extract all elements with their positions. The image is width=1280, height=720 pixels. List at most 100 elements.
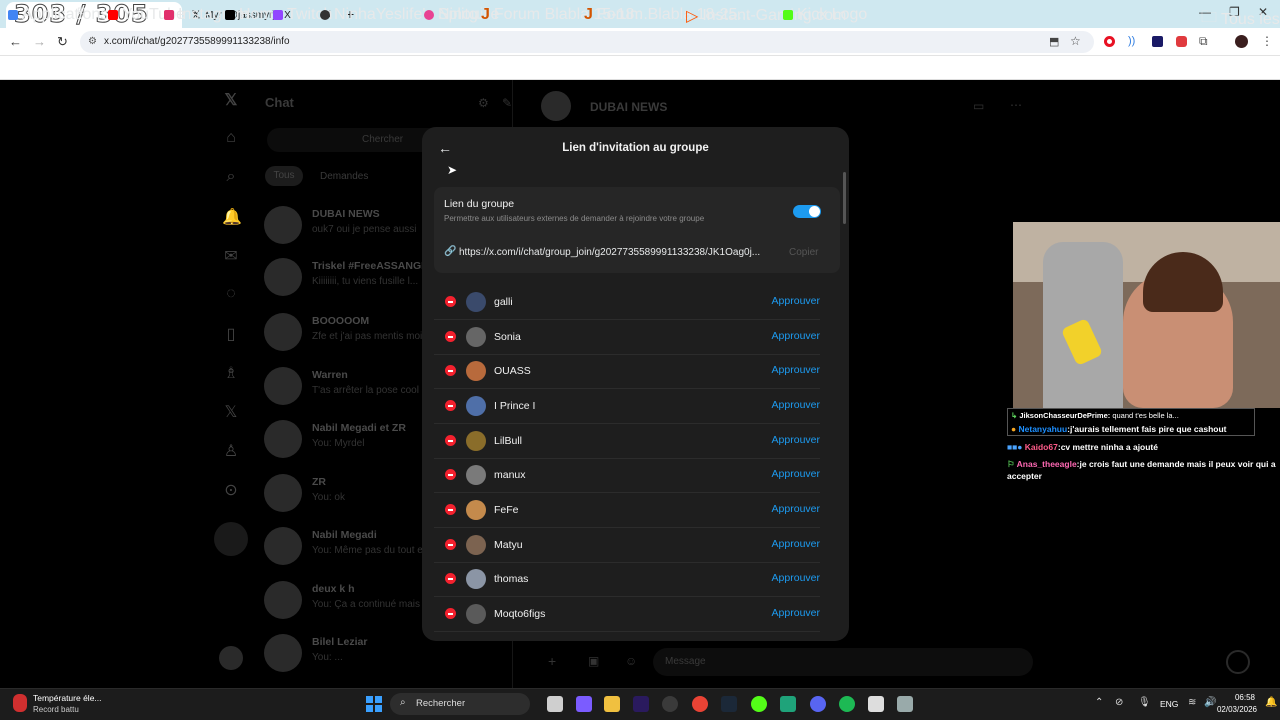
forward-icon[interactable]: → [33,34,46,49]
show-hidden-icons[interactable]: ⌃ [1095,697,1103,708]
filter-all[interactable]: Tous [265,166,303,186]
conversation-avatar [541,91,571,121]
remove-icon[interactable] [445,539,456,550]
twitch-icon [273,10,283,20]
approve-button[interactable]: Approuver [772,468,820,480]
home-icon[interactable]: ⌂ [222,129,240,147]
steam-icon[interactable] [721,696,737,712]
reload-icon[interactable]: ↻ [57,34,68,50]
more-options-icon[interactable]: ⋯ [1010,98,1022,112]
profile-icon[interactable]: ♙ [222,441,240,460]
remove-icon[interactable] [445,504,456,515]
more-icon[interactable]: ⊙ [222,480,240,499]
remove-icon[interactable] [445,331,456,342]
extensions-puzzle-icon[interactable]: ⧉ [1199,34,1208,49]
approve-button[interactable]: Approuver [772,572,820,584]
approve-button[interactable]: Approuver [772,295,820,307]
all-bookmarks[interactable]: 🗀Tous les favoris [1201,6,1280,33]
invite-url: https://x.com/i/chat/group_join/g2027735… [459,247,761,258]
extension-icon[interactable] [1176,36,1187,47]
extension-icon[interactable] [1152,36,1163,47]
join-request-row: Matyu Approuver [434,528,820,563]
app-icon[interactable] [868,696,884,712]
url-text: x.com/i/chat/g2027735589991133238/info [104,36,290,47]
remove-icon[interactable] [445,435,456,446]
windows-start-icon[interactable] [366,696,382,712]
remove-icon[interactable] [445,469,456,480]
remove-icon[interactable] [445,296,456,307]
opera-extension-icon[interactable] [1104,36,1115,47]
task-view-icon[interactable] [547,696,563,712]
approve-button[interactable]: Approuver [772,399,820,411]
chrome-icon[interactable] [692,696,708,712]
messages-icon[interactable]: ✉ [222,246,240,265]
approve-button[interactable]: Approuver [772,538,820,550]
thermometer-icon[interactable] [13,694,27,712]
discord-icon[interactable] [810,696,826,712]
browser-menu-icon[interactable]: ⋮ [1261,34,1273,48]
bookmark-grid[interactable]: ⊞ [77,6,85,17]
notification-bell-icon[interactable]: 🔔 [1265,697,1277,708]
file-explorer-icon[interactable] [604,696,620,712]
address-bar[interactable]: x.com/i/chat/g2027735589991133238/info [80,31,1094,53]
clock-date[interactable]: 02/03/2026 [1213,705,1257,714]
bookmarks-icon[interactable]: ▯ [222,324,240,343]
message-input[interactable] [653,648,1033,676]
settings-icon[interactable]: ⚙ [478,96,489,110]
network-icon[interactable]: ⊘ [1115,697,1123,708]
remove-icon[interactable] [445,400,456,411]
copilot-icon[interactable] [576,696,592,712]
approve-button[interactable]: Approuver [772,364,820,376]
youtube-icon [108,10,118,20]
wifi-icon[interactable]: ≋ [1188,697,1196,708]
back-icon[interactable]: ← [9,34,22,49]
image-icon[interactable]: ▣ [588,654,599,668]
remove-icon[interactable] [445,608,456,619]
post-button[interactable] [214,522,248,556]
app-icon[interactable] [780,696,796,712]
install-app-icon[interactable]: ⬒ [1049,35,1059,48]
grok-fab-icon[interactable] [1226,650,1250,674]
microphone-icon[interactable]: 🎙 [1138,697,1151,708]
kick-icon[interactable] [751,696,767,712]
calculator-icon[interactable] [897,696,913,712]
language-indicator[interactable]: ENG [1160,699,1178,709]
site-info-icon[interactable]: ⚙ [88,36,97,47]
approve-button[interactable]: Approuver [772,607,820,619]
join-request-row: I Prince I Approuver [434,389,820,424]
grok-icon[interactable]: ◌ [222,285,240,303]
remove-icon[interactable] [445,573,456,584]
account-avatar[interactable] [219,646,243,670]
weather-title[interactable]: Température éle... [33,693,102,703]
notifications-icon[interactable]: 🔔 [222,207,242,226]
filter-requests[interactable]: Demandes [320,171,368,182]
bookmark-star-icon[interactable]: ☆ [1070,34,1081,48]
clock-time[interactable]: 06:58 [1221,693,1255,702]
profile-avatar[interactable] [1235,35,1248,48]
approve-button[interactable]: Approuver [772,503,820,515]
copy-button[interactable]: Copier [789,247,818,258]
search-icon[interactable]: ⌕ [222,168,240,186]
group-link-toggle[interactable] [793,205,821,218]
apps-grid-icon [8,10,18,20]
remove-icon[interactable] [445,365,456,376]
compose-message-icon[interactable]: ✎ [502,96,512,110]
add-icon[interactable]: + [548,653,556,669]
approve-button[interactable]: Approuver [772,434,820,446]
bookmark-applications[interactable]: Applications [8,6,108,24]
emoji-icon[interactable]: ☺ [625,654,637,668]
spotify-icon[interactable] [839,696,855,712]
extension-icon[interactable]: )) [1128,35,1135,47]
approve-button[interactable]: Approuver [772,330,820,342]
premium-icon[interactable]: 𝕏 [222,402,240,421]
jobs-icon[interactable]: ♗ [222,363,240,382]
bookmark-kick[interactable]: Kick Logo [783,6,867,24]
badge-icon: ⚐ [1007,459,1017,469]
avatar [466,292,486,312]
modal-scrollbar[interactable] [843,172,846,224]
video-call-icon[interactable]: ▭ [973,99,984,113]
x-logo-icon[interactable]: 𝕏 [222,90,240,109]
premiere-icon[interactable] [633,696,649,712]
avatar [466,500,486,520]
obs-icon[interactable] [662,696,678,712]
